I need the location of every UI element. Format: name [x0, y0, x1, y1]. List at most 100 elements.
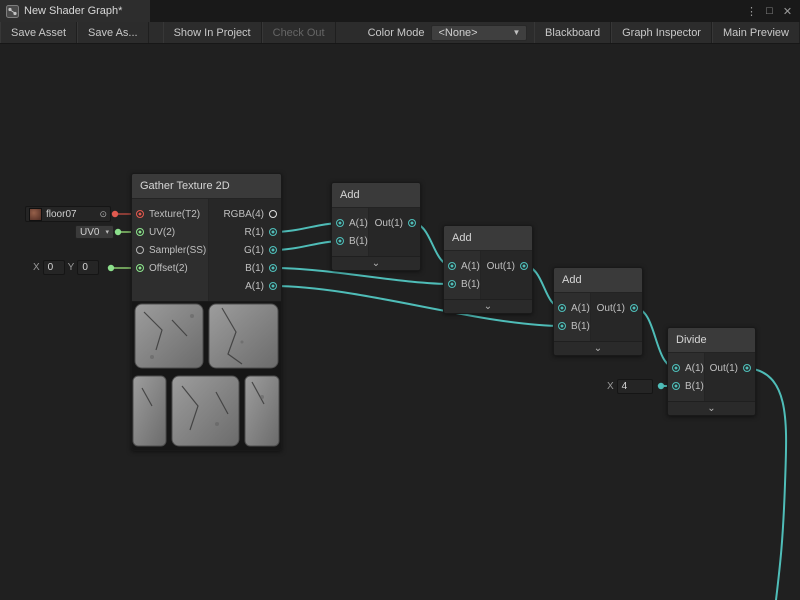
preview-toggle[interactable]: ⌄ — [668, 401, 755, 415]
texture-asset-field[interactable]: floor07 ⊙ — [25, 206, 111, 222]
input-port-a[interactable] — [558, 304, 566, 312]
output-port-a[interactable] — [269, 282, 277, 290]
input-port-offset[interactable] — [136, 264, 144, 272]
shader-graph-icon — [6, 5, 19, 18]
color-mode-label: Color Mode — [368, 27, 425, 39]
preview-toggle[interactable]: ⌄ — [444, 299, 532, 313]
maximize-icon[interactable]: □ — [762, 5, 777, 17]
connector-dot[interactable] — [108, 265, 114, 271]
offset-x-input[interactable]: 0 — [43, 260, 65, 275]
node-gather-texture-2d[interactable]: Gather Texture 2D Texture(T2) UV(2) Samp… — [131, 173, 282, 451]
node-title[interactable]: Add — [444, 226, 532, 251]
input-column: Texture(T2) UV(2) Sampler(SS) Offset(2) — [132, 199, 208, 301]
output-port[interactable] — [743, 364, 751, 372]
output-row: Out(1) — [705, 359, 755, 377]
input-port-b[interactable] — [336, 237, 344, 245]
close-icon[interactable]: ✕ — [780, 5, 795, 18]
output-row-rgba: RGBA(4) — [209, 205, 281, 223]
output-row-r: R(1) — [209, 223, 281, 241]
graph-inspector-button[interactable]: Graph Inspector — [611, 22, 712, 43]
output-column: Out(1) — [704, 353, 755, 401]
preview-toggle[interactable]: ⌄ — [332, 256, 420, 270]
port-label: A(1) — [461, 261, 480, 272]
output-port-rgba[interactable] — [269, 210, 277, 218]
output-port[interactable] — [630, 304, 638, 312]
input-row-uv: UV(2) — [132, 223, 208, 241]
node-add-1[interactable]: Add A(1) B(1) Out(1) ⌄ — [331, 182, 421, 271]
node-title[interactable]: Gather Texture 2D — [132, 174, 281, 199]
port-label: B(1) — [461, 279, 480, 290]
tab-new-shader-graph[interactable]: New Shader Graph* — [0, 0, 150, 22]
save-as-button[interactable]: Save As... — [77, 22, 149, 43]
blackboard-button[interactable]: Blackboard — [534, 22, 611, 43]
texture-preview — [132, 301, 281, 450]
show-in-project-button[interactable]: Show In Project — [163, 22, 262, 43]
input-row-a: A(1) — [554, 299, 590, 317]
output-port-r[interactable] — [269, 228, 277, 236]
shader-graph-toolbar: Save Asset Save As... Show In Project Ch… — [0, 22, 800, 44]
input-column: A(1) B(1) — [332, 208, 368, 256]
output-port[interactable] — [520, 262, 528, 270]
node-body: A(1) B(1) Out(1) — [668, 353, 755, 401]
x-axis-label: X — [33, 262, 40, 273]
check-out-button: Check Out — [262, 22, 336, 43]
color-mode-dropdown[interactable]: <None> ▼ — [431, 25, 527, 41]
output-row-a: A(1) — [209, 277, 281, 295]
kebab-menu-icon[interactable]: ⋮ — [744, 5, 759, 18]
node-title[interactable]: Divide — [668, 328, 755, 353]
output-column: Out(1) — [368, 208, 420, 256]
port-label: B(1) — [685, 381, 704, 392]
texture-preview-image — [132, 302, 281, 450]
port-label: Out(1) — [487, 261, 515, 272]
port-label: Out(1) — [375, 218, 403, 229]
object-picker-icon[interactable]: ⊙ — [99, 209, 107, 220]
input-port-b[interactable] — [672, 382, 680, 390]
port-label: UV(2) — [149, 227, 175, 238]
node-divide[interactable]: Divide A(1) B(1) Out(1) ⌄ — [667, 327, 756, 416]
output-column: Out(1) — [480, 251, 532, 299]
uv-channel-value: UV0 — [80, 227, 99, 238]
main-preview-button[interactable]: Main Preview — [712, 22, 800, 43]
input-row-b: B(1) — [668, 377, 704, 395]
port-label: Out(1) — [597, 303, 625, 314]
input-port-texture[interactable] — [136, 210, 144, 218]
input-port-a[interactable] — [448, 262, 456, 270]
chevron-down-icon: ⌄ — [594, 344, 602, 354]
connector-dot[interactable] — [658, 383, 664, 389]
port-label: Texture(T2) — [149, 209, 200, 220]
y-axis-label: Y — [68, 262, 75, 273]
node-body: A(1) B(1) Out(1) — [444, 251, 532, 299]
input-port-b[interactable] — [448, 280, 456, 288]
connector-dot[interactable] — [115, 229, 121, 235]
window-titlebar: New Shader Graph* ⋮ □ ✕ — [0, 0, 800, 22]
input-port-a[interactable] — [336, 219, 344, 227]
output-row-b: B(1) — [209, 259, 281, 277]
node-title[interactable]: Add — [554, 268, 642, 293]
input-row-a: A(1) — [332, 214, 368, 232]
node-title[interactable]: Add — [332, 183, 420, 208]
divide-b-field: X 4 — [607, 379, 653, 394]
port-label: Sampler(SS) — [149, 245, 206, 256]
uv-channel-dropdown[interactable]: UV0 ▾ — [75, 225, 114, 239]
offset-y-input[interactable]: 0 — [77, 260, 99, 275]
chevron-down-icon: ⌄ — [707, 404, 715, 414]
node-add-2[interactable]: Add A(1) B(1) Out(1) ⌄ — [443, 225, 533, 314]
output-port-b[interactable] — [269, 264, 277, 272]
output-port[interactable] — [408, 219, 416, 227]
input-port-sampler[interactable] — [136, 246, 144, 254]
port-label: R(1) — [245, 227, 264, 238]
divide-b-input[interactable]: 4 — [617, 379, 653, 394]
chevron-down-icon: ▾ — [105, 228, 109, 236]
connector-dot[interactable] — [112, 211, 118, 217]
output-port-g[interactable] — [269, 246, 277, 254]
output-row: Out(1) — [591, 299, 642, 317]
graph-canvas[interactable]: Gather Texture 2D Texture(T2) UV(2) Samp… — [0, 44, 800, 600]
port-label: B(1) — [349, 236, 368, 247]
texture-asset-name: floor07 — [46, 209, 77, 220]
input-port-b[interactable] — [558, 322, 566, 330]
save-asset-button[interactable]: Save Asset — [0, 22, 77, 43]
input-port-a[interactable] — [672, 364, 680, 372]
preview-toggle[interactable]: ⌄ — [554, 341, 642, 355]
node-add-3[interactable]: Add A(1) B(1) Out(1) ⌄ — [553, 267, 643, 356]
input-port-uv[interactable] — [136, 228, 144, 236]
